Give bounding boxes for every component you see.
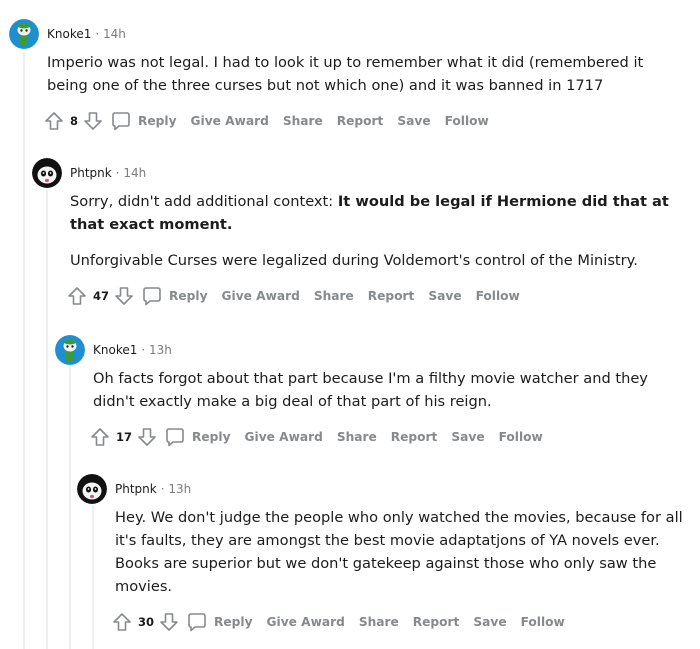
comment-bubble-icon xyxy=(188,613,206,632)
report-button[interactable]: Report xyxy=(391,430,438,444)
comment-author[interactable]: Knoke1 xyxy=(47,27,91,41)
comment-paragraph: Imperio was not legal. I had to look it … xyxy=(47,54,644,94)
share-button[interactable]: Share xyxy=(314,289,354,303)
meta-separator: · xyxy=(141,343,146,357)
comment-bubble-icon xyxy=(112,112,130,131)
downvote-arrow-icon[interactable] xyxy=(82,110,104,132)
snoo-avatar-panda-icon[interactable] xyxy=(32,158,62,188)
comment-meta: · 14h xyxy=(95,27,126,41)
save-button[interactable]: Save xyxy=(451,430,484,444)
comment-body: Hey. We don't judge the people who only … xyxy=(115,506,693,598)
follow-button[interactable]: Follow xyxy=(476,289,520,303)
save-button[interactable]: Save xyxy=(473,615,506,629)
reply-button[interactable]: Reply xyxy=(164,426,231,448)
give-award-button[interactable]: Give Award xyxy=(267,615,345,629)
comment-bubble-icon xyxy=(166,428,184,447)
snoo-avatar-green-icon[interactable] xyxy=(9,19,39,49)
downvote-arrow-icon[interactable] xyxy=(158,611,180,633)
vote-controls: 30 xyxy=(111,611,180,633)
comment-meta: · 14h xyxy=(116,166,147,180)
comment-body: Imperio was not legal. I had to look it … xyxy=(47,51,687,97)
comment-age[interactable]: 13h xyxy=(168,482,191,496)
comment-paragraph: Hey. We don't judge the people who only … xyxy=(115,509,683,595)
reply-button[interactable]: Reply xyxy=(110,110,177,132)
meta-separator: · xyxy=(95,27,100,41)
comment-author[interactable]: Knoke1 xyxy=(93,343,137,357)
comment-paragraph: Oh facts forgot about that part because … xyxy=(93,370,648,410)
comment: Knoke1 · 13h Oh facts forgot about that … xyxy=(55,334,695,449)
reply-label: Reply xyxy=(138,114,177,128)
comment: Phtpnk · 13h Hey. We don't judge the peo… xyxy=(77,473,695,634)
comment: Phtpnk · 14h Sorry, didn't add additiona… xyxy=(32,157,692,308)
comment-actions: 8 Reply Give Award Share Report Save Fol… xyxy=(43,109,689,133)
vote-controls: 17 xyxy=(89,426,158,448)
vote-controls: 8 xyxy=(43,110,104,132)
reply-label: Reply xyxy=(214,615,253,629)
report-button[interactable]: Report xyxy=(368,289,415,303)
follow-button[interactable]: Follow xyxy=(445,114,489,128)
comment-body: Oh facts forgot about that part because … xyxy=(93,367,693,413)
paragraph-text: Sorry, didn't add additional context: xyxy=(70,193,338,210)
downvote-arrow-icon[interactable] xyxy=(136,426,158,448)
give-award-button[interactable]: Give Award xyxy=(245,430,323,444)
vote-count: 30 xyxy=(138,615,155,629)
report-button[interactable]: Report xyxy=(413,615,460,629)
save-button[interactable]: Save xyxy=(428,289,461,303)
comment-header: Knoke1 · 13h xyxy=(55,334,695,366)
thread-line[interactable] xyxy=(23,52,25,649)
vote-count: 8 xyxy=(70,114,79,128)
upvote-arrow-icon[interactable] xyxy=(111,611,133,633)
snoo-avatar-green-icon[interactable] xyxy=(55,335,85,365)
comment-actions: 17 Reply Give Award Share Report Save Fo… xyxy=(89,425,695,449)
meta-separator: · xyxy=(160,482,165,496)
reply-button[interactable]: Reply xyxy=(141,285,208,307)
follow-button[interactable]: Follow xyxy=(521,615,565,629)
comment-author[interactable]: Phtpnk xyxy=(70,166,112,180)
reply-button[interactable]: Reply xyxy=(186,611,253,633)
comment-author[interactable]: Phtpnk xyxy=(115,482,157,496)
report-button[interactable]: Report xyxy=(337,114,384,128)
upvote-arrow-icon[interactable] xyxy=(66,285,88,307)
vote-count: 47 xyxy=(93,289,110,303)
comment-age[interactable]: 14h xyxy=(103,27,126,41)
give-award-button[interactable]: Give Award xyxy=(222,289,300,303)
share-button[interactable]: Share xyxy=(359,615,399,629)
comment-header: Phtpnk · 13h xyxy=(77,473,695,505)
follow-button[interactable]: Follow xyxy=(499,430,543,444)
meta-separator: · xyxy=(115,166,120,180)
comment-header: Phtpnk · 14h xyxy=(32,157,692,189)
comment-header: Knoke1 · 14h xyxy=(9,18,689,50)
reply-label: Reply xyxy=(192,430,231,444)
comment-meta: · 13h xyxy=(161,482,192,496)
vote-count: 17 xyxy=(116,430,133,444)
comment-actions: 47 Reply Give Award Share Report Save Fo… xyxy=(66,284,692,308)
upvote-arrow-icon[interactable] xyxy=(89,426,111,448)
save-button[interactable]: Save xyxy=(397,114,430,128)
comment: Knoke1 · 14h Imperio was not legal. I ha… xyxy=(9,18,689,133)
share-button[interactable]: Share xyxy=(337,430,377,444)
comment-paragraph: Sorry, didn't add additional context: It… xyxy=(70,190,694,236)
downvote-arrow-icon[interactable] xyxy=(113,285,135,307)
comment-body: Sorry, didn't add additional context: It… xyxy=(70,190,694,272)
comment-age[interactable]: 14h xyxy=(123,166,146,180)
comment-meta: · 13h xyxy=(141,343,172,357)
give-award-button[interactable]: Give Award xyxy=(191,114,269,128)
comment-age[interactable]: 13h xyxy=(149,343,172,357)
snoo-avatar-panda-icon[interactable] xyxy=(77,474,107,504)
comment-bubble-icon xyxy=(143,287,161,306)
upvote-arrow-icon[interactable] xyxy=(43,110,65,132)
vote-controls: 47 xyxy=(66,285,135,307)
comment-actions: 30 Reply Give Award Share Report Save Fo… xyxy=(111,610,695,634)
reply-label: Reply xyxy=(169,289,208,303)
share-button[interactable]: Share xyxy=(283,114,323,128)
comment-paragraph: Unforgivable Curses were legalized durin… xyxy=(70,252,638,269)
